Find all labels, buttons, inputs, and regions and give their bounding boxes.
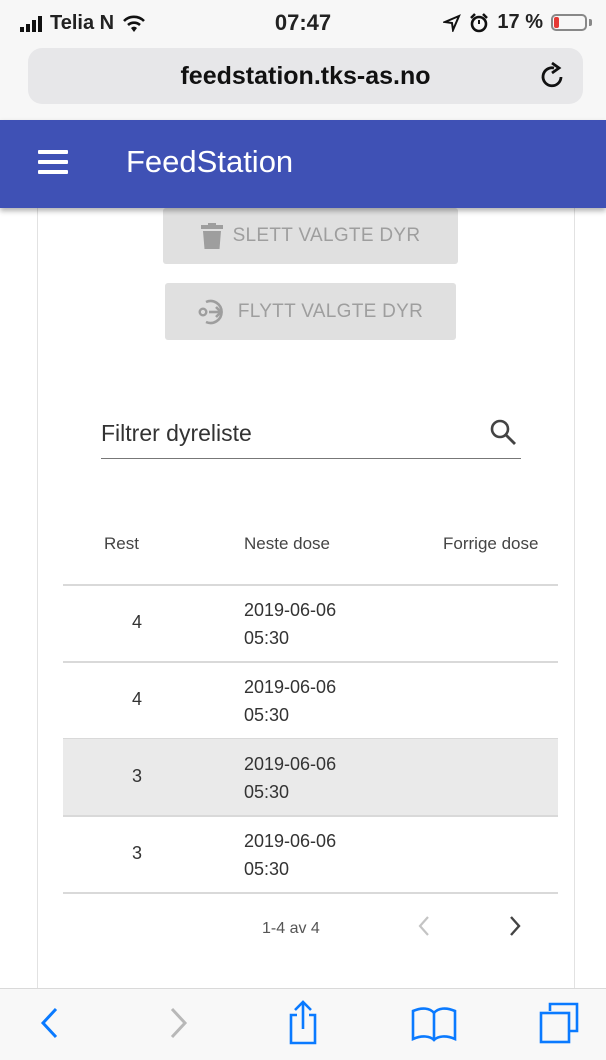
delete-button-label: SLETT VALGTE DYR bbox=[232, 225, 421, 246]
battery-nub bbox=[589, 19, 592, 26]
search-icon[interactable] bbox=[489, 418, 517, 446]
battery-icon bbox=[551, 14, 587, 31]
browser-url-area: feedstation.tks-as.no bbox=[0, 44, 606, 120]
next-dose-date: 2019-06-06 bbox=[244, 754, 337, 774]
cell-rest: 4 bbox=[131, 689, 142, 709]
reload-icon[interactable] bbox=[537, 60, 569, 92]
pagination-range: 1-4 av 4 bbox=[262, 920, 320, 937]
status-bar: Telia N 07:47 17 % bbox=[0, 0, 606, 44]
chevron-right-icon[interactable] bbox=[507, 914, 523, 938]
forward-icon[interactable] bbox=[166, 1005, 190, 1041]
next-dose-date: 2019-06-06 bbox=[244, 600, 337, 620]
url-text[interactable]: feedstation.tks-as.no bbox=[28, 62, 583, 91]
card-border-left bbox=[37, 208, 38, 988]
app-bar: FeedStation bbox=[0, 120, 606, 208]
cell-next-dose: 2019-06-06 05:30 bbox=[244, 827, 336, 883]
table-row[interactable]: 4 2019-06-06 05:30 bbox=[63, 585, 558, 661]
column-header-rest[interactable]: Rest bbox=[104, 534, 139, 554]
delete-selected-animals-button[interactable]: SLETT VALGTE DYR bbox=[163, 208, 458, 264]
share-icon[interactable] bbox=[285, 999, 321, 1045]
table-row-selected[interactable]: 3 2019-06-06 05:30 bbox=[63, 739, 558, 815]
url-bar[interactable]: feedstation.tks-as.no bbox=[28, 48, 583, 104]
move-button-label: FLYTT VALGTE DYR bbox=[237, 300, 424, 322]
trash-icon bbox=[200, 223, 223, 249]
bookmarks-icon[interactable] bbox=[410, 1005, 458, 1043]
hamburger-menu-icon[interactable] bbox=[38, 150, 68, 178]
app-title: FeedStation bbox=[126, 144, 294, 179]
alarm-icon bbox=[470, 12, 489, 32]
next-dose-time: 05:30 bbox=[244, 782, 290, 802]
card-border-right bbox=[574, 208, 575, 988]
next-dose-date: 2019-06-06 bbox=[244, 677, 337, 697]
browser-toolbar bbox=[0, 988, 606, 1060]
next-dose-time: 05:30 bbox=[244, 628, 290, 648]
table-row[interactable]: 4 2019-06-06 05:30 bbox=[63, 662, 558, 738]
next-dose-time: 05:30 bbox=[244, 859, 290, 879]
location-arrow-icon bbox=[443, 13, 462, 32]
back-icon[interactable] bbox=[38, 1005, 62, 1041]
cell-rest: 3 bbox=[131, 766, 142, 786]
tabs-icon[interactable] bbox=[538, 1001, 580, 1045]
column-header-previous-dose[interactable]: Forrige dose bbox=[443, 534, 538, 554]
content-card: SLETT VALGTE DYR FLYTT VALGTE DYR Filtre… bbox=[0, 208, 606, 988]
cell-next-dose: 2019-06-06 05:30 bbox=[244, 673, 336, 729]
battery-percent: 17 % bbox=[497, 11, 543, 33]
next-dose-date: 2019-06-06 bbox=[244, 831, 337, 851]
column-header-next-dose[interactable]: Neste dose bbox=[244, 534, 330, 554]
next-dose-time: 05:30 bbox=[244, 705, 290, 725]
cell-rest: 3 bbox=[131, 843, 142, 863]
chevron-left-icon[interactable] bbox=[416, 914, 432, 938]
table-row[interactable]: 3 2019-06-06 05:30 bbox=[63, 816, 558, 892]
move-selected-animals-button[interactable]: FLYTT VALGTE DYR bbox=[165, 283, 456, 340]
cell-next-dose: 2019-06-06 05:30 bbox=[244, 750, 336, 806]
row-divider bbox=[63, 892, 558, 894]
filter-animal-list-input[interactable]: Filtrer dyreliste bbox=[101, 404, 521, 459]
status-right: 17 % bbox=[443, 11, 592, 34]
move-icon bbox=[198, 299, 223, 324]
cell-rest: 4 bbox=[131, 612, 142, 632]
battery-level bbox=[554, 17, 559, 28]
filter-placeholder: Filtrer dyreliste bbox=[101, 420, 252, 446]
cell-next-dose: 2019-06-06 05:30 bbox=[244, 596, 336, 652]
